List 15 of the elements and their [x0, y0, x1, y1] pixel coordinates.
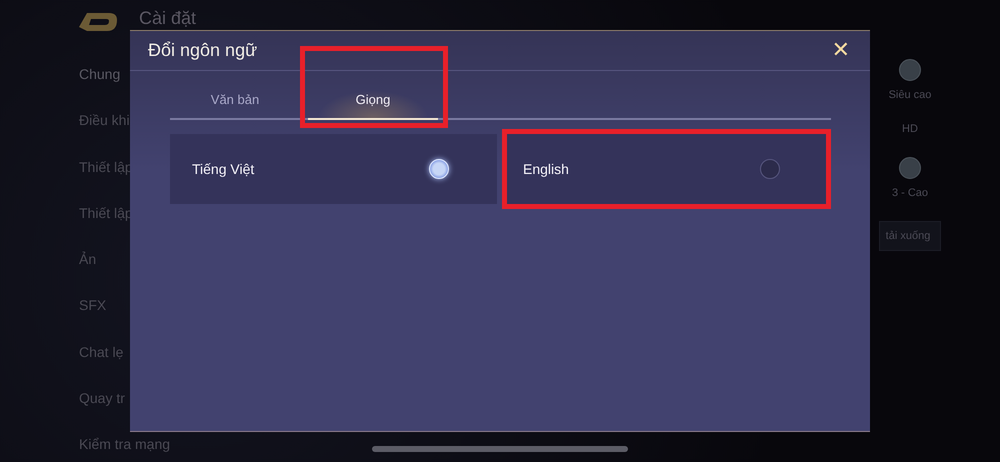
language-option[interactable]: Tiếng Việt — [170, 134, 497, 204]
radio-button[interactable] — [760, 159, 780, 179]
slider-knob[interactable] — [899, 59, 921, 81]
option-label: English — [523, 161, 569, 177]
setting-label: 3 - Cao — [892, 187, 928, 199]
slider-knob[interactable] — [898, 157, 921, 179]
tab[interactable]: Văn bản — [170, 86, 300, 118]
option-label: Tiếng Việt — [192, 161, 254, 177]
setting-label: Siêu cao — [888, 89, 932, 101]
page-title: Cài đặt — [139, 7, 196, 29]
close-button[interactable]: ✕ — [828, 38, 854, 63]
dialog-title: Đổi ngôn ngữ — [148, 40, 258, 61]
download-button[interactable]: tải xuống — [878, 221, 942, 251]
setting-value: HD — [902, 123, 918, 135]
sidebar-item[interactable]: Kiểm tra mạng — [79, 436, 170, 462]
